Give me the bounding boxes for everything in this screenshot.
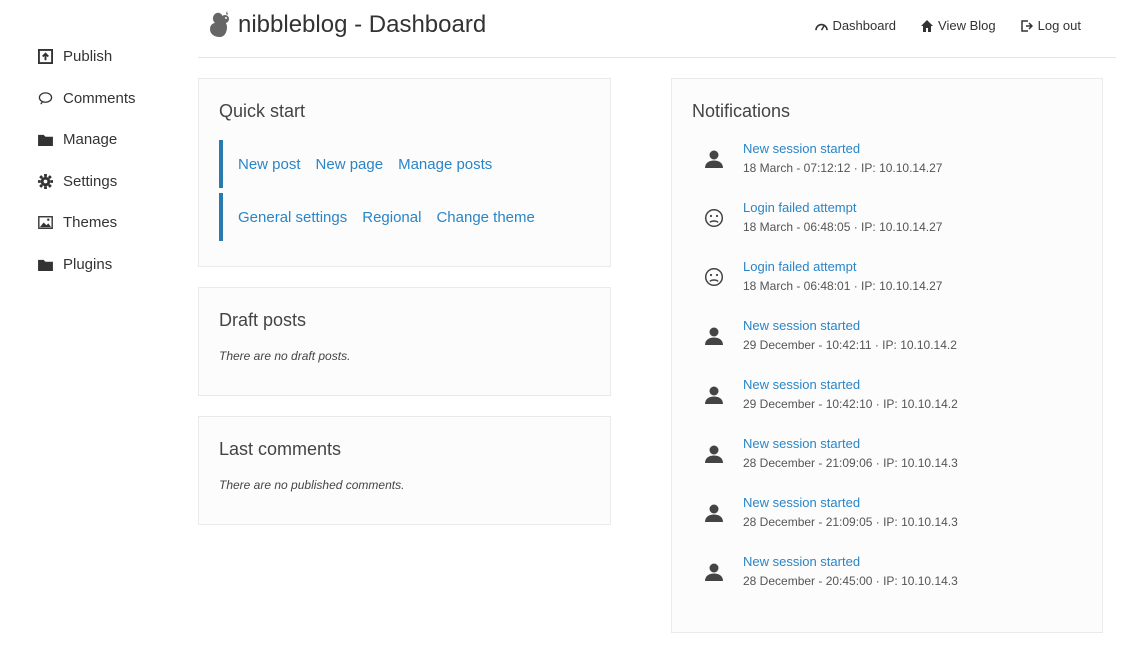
sidebar-item-manage[interactable]: Manage xyxy=(37,119,187,161)
new-page-link[interactable]: New page xyxy=(316,156,384,173)
user-icon xyxy=(702,324,726,348)
quick-start-panel: Quick start New post New page Manage pos… xyxy=(198,78,611,267)
sidebar-item-label: Comments xyxy=(63,89,136,107)
notification-meta: 28 December - 21:09:05 · IP: 10.10.14.3 xyxy=(743,515,958,529)
notification-meta: 18 March - 07:12:12 · IP: 10.10.14.27 xyxy=(743,161,943,175)
general-settings-link[interactable]: General settings xyxy=(238,209,347,226)
notification-title[interactable]: New session started xyxy=(743,494,958,512)
gear-icon xyxy=(37,173,53,189)
user-icon xyxy=(702,147,726,171)
list-item: New session started 28 December - 20:45:… xyxy=(702,553,1092,612)
squirrel-logo-icon xyxy=(206,10,232,40)
notifications-title: Notifications xyxy=(692,101,791,121)
dashboard-icon xyxy=(814,19,828,33)
user-icon xyxy=(702,501,726,525)
notification-meta: 28 December - 20:45:00 · IP: 10.10.14.3 xyxy=(743,574,958,588)
new-post-link[interactable]: New post xyxy=(238,156,301,173)
user-icon xyxy=(702,383,726,407)
sidebar-item-label: Settings xyxy=(63,172,118,190)
regional-link[interactable]: Regional xyxy=(362,209,421,226)
folder-icon xyxy=(37,132,53,148)
home-icon xyxy=(920,19,934,33)
sad-face-icon xyxy=(702,265,726,289)
sidebar-item-publish[interactable]: Publish xyxy=(37,36,187,78)
sidebar-item-label: Plugins xyxy=(63,255,113,273)
nav-label: Dashboard xyxy=(832,18,897,33)
draft-posts-panel: Draft posts There are no draft posts. xyxy=(198,287,611,396)
brand: nibbleblog - Dashboard xyxy=(206,10,486,40)
sidebar-item-label: Themes xyxy=(63,214,118,232)
page-title: nibbleblog - Dashboard xyxy=(238,11,487,38)
nav-view-blog-link[interactable]: View Blog xyxy=(920,18,996,33)
change-theme-link[interactable]: Change theme xyxy=(436,209,534,226)
folder-icon xyxy=(37,256,53,272)
list-item: New session started 29 December - 10:42:… xyxy=(702,376,1092,435)
sidebar-item-plugins[interactable]: Plugins xyxy=(37,244,187,286)
nav-logout-link[interactable]: Log out xyxy=(1020,18,1081,33)
last-comments-empty-message: There are no published comments. xyxy=(219,478,405,492)
logout-icon xyxy=(1020,19,1034,33)
sidebar-item-label: Manage xyxy=(63,131,118,149)
list-item: New session started 18 March - 07:12:12 … xyxy=(702,140,1092,199)
sad-face-icon xyxy=(702,206,726,230)
notification-meta: 18 March - 06:48:05 · IP: 10.10.14.27 xyxy=(743,220,943,234)
last-comments-title: Last comments xyxy=(219,439,342,459)
nav-dashboard-link[interactable]: Dashboard xyxy=(814,18,896,33)
nav-label: View Blog xyxy=(938,18,996,33)
last-comments-panel: Last comments There are no published com… xyxy=(198,416,611,525)
draft-posts-empty-message: There are no draft posts. xyxy=(219,349,351,363)
notification-title[interactable]: New session started xyxy=(743,553,958,571)
comment-icon xyxy=(37,90,53,106)
list-item: Login failed attempt 18 March - 06:48:01… xyxy=(702,258,1092,317)
list-item: New session started 29 December - 10:42:… xyxy=(702,317,1092,376)
quick-start-row: General settings Regional Change theme xyxy=(219,193,591,241)
notification-meta: 29 December - 10:42:11 · IP: 10.10.14.2 xyxy=(743,338,957,352)
image-icon xyxy=(37,215,53,231)
notification-title[interactable]: New session started xyxy=(743,376,958,394)
notification-title[interactable]: Login failed attempt xyxy=(743,199,942,217)
sidebar-item-themes[interactable]: Themes xyxy=(37,202,187,244)
manage-posts-link[interactable]: Manage posts xyxy=(398,156,492,173)
notification-title[interactable]: Login failed attempt xyxy=(743,258,942,276)
notification-meta: 29 December - 10:42:10 · IP: 10.10.14.2 xyxy=(743,397,958,411)
notification-title[interactable]: New session started xyxy=(743,140,942,158)
notification-meta: 18 March - 06:48:01 · IP: 10.10.14.27 xyxy=(743,279,943,293)
notification-meta: 28 December - 21:09:06 · IP: 10.10.14.3 xyxy=(743,456,958,470)
list-item: Login failed attempt 18 March - 06:48:05… xyxy=(702,199,1092,258)
notifications-panel: Notifications New session started 18 Mar… xyxy=(671,78,1103,633)
nav-label: Log out xyxy=(1037,18,1081,33)
draft-posts-title: Draft posts xyxy=(219,310,307,330)
header: nibbleblog - Dashboard Dashboard View Bl… xyxy=(198,0,1116,58)
sidebar-item-settings[interactable]: Settings xyxy=(37,161,187,203)
upload-icon xyxy=(37,49,53,65)
quick-start-title: Quick start xyxy=(219,101,306,121)
sidebar-item-comments[interactable]: Comments xyxy=(37,78,187,120)
quick-start-row: New post New page Manage posts xyxy=(219,140,591,188)
list-item: New session started 28 December - 21:09:… xyxy=(702,435,1092,494)
user-icon xyxy=(702,560,726,584)
user-icon xyxy=(702,442,726,466)
sidebar-item-label: Publish xyxy=(63,48,113,66)
notification-title[interactable]: New session started xyxy=(743,317,957,335)
top-nav: Dashboard View Blog Log out xyxy=(790,18,1081,33)
notifications-list: New session started 18 March - 07:12:12 … xyxy=(702,140,1092,612)
list-item: New session started 28 December - 21:09:… xyxy=(702,494,1092,553)
sidebar: Publish Comments Manage Settings Themes … xyxy=(37,36,187,285)
notification-title[interactable]: New session started xyxy=(743,435,958,453)
